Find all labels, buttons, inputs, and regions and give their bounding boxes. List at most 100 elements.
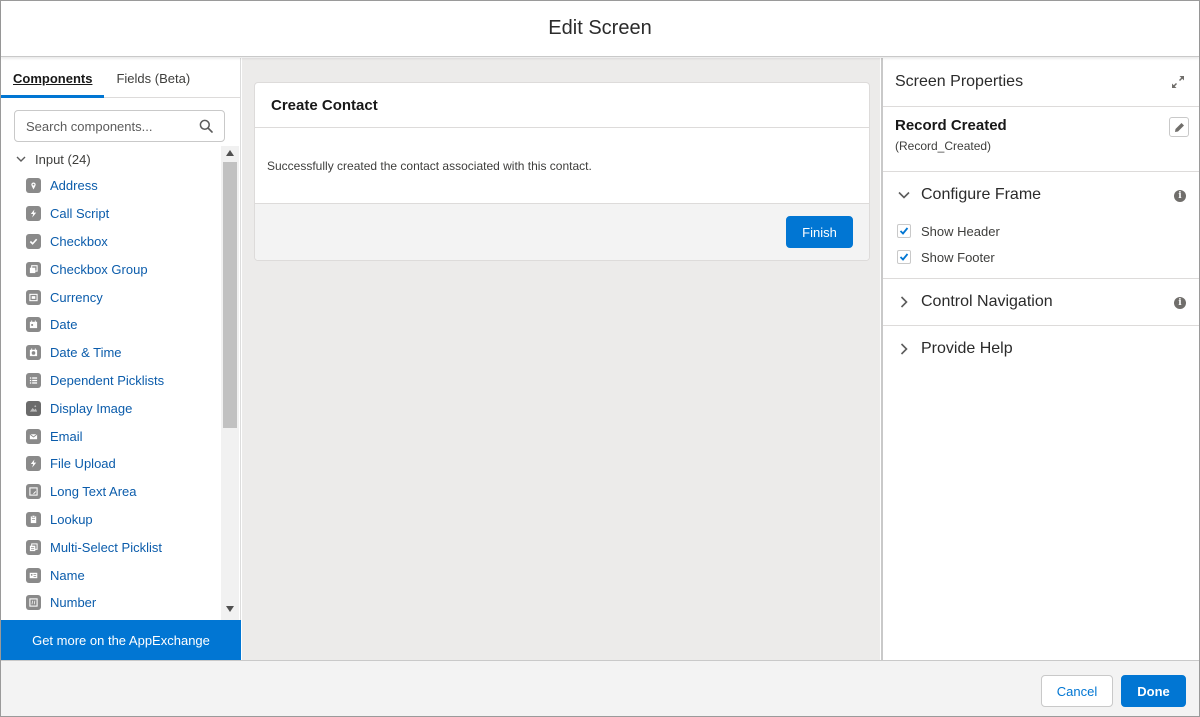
component-number[interactable]: Number [1,589,221,617]
multi-select-icon [26,539,41,555]
component-label: Name [50,567,85,583]
component-checkbox-group[interactable]: Checkbox Group [1,255,221,283]
configure-frame-toggle[interactable]: Configure Frame i [883,172,1199,218]
calendar-time-icon [26,345,41,361]
screen-preview-title: Create Contact [255,83,869,128]
expand-icon[interactable] [1171,75,1185,89]
group-input[interactable]: Input (24) [1,146,221,172]
component-label: Date [50,317,78,333]
pencil-icon [1174,122,1184,132]
info-icon[interactable]: i [1174,297,1186,309]
email-icon [26,428,41,444]
checkbox-group-icon [26,261,41,277]
component-checkbox[interactable]: Checkbox [1,228,221,256]
tab-components[interactable]: Components [0,71,105,98]
screen-preview-card[interactable]: Create Contact Successfully created the … [254,82,870,261]
lookup-icon [26,511,41,527]
component-multi-select-picklist[interactable]: Multi-Select Picklist [1,533,221,561]
component-label: Display Image [50,400,133,416]
component-label: Long Text Area [50,484,137,500]
section-configure-frame: Configure Frame i Show Header Show Foote… [883,172,1199,279]
configure-frame-label: Configure Frame [921,186,1042,203]
search-input[interactable] [26,118,196,134]
scroll-up-arrow-icon[interactable] [226,150,234,156]
checkbox-checked-icon[interactable] [897,250,911,264]
properties-header: Screen Properties [883,58,1199,107]
component-email[interactable]: Email [1,422,221,450]
number-icon [26,595,41,611]
chevron-down-icon [16,156,26,162]
component-display-image[interactable]: Display Image [1,394,221,422]
scrollbar-thumb[interactable] [223,162,237,428]
component-long-text-area[interactable]: Long Text Area [1,478,221,506]
provide-help-toggle[interactable]: Provide Help [883,326,1199,372]
modal-title: Edit Screen [1,1,1199,57]
chevron-down-icon [898,191,910,199]
textarea-icon [26,484,41,500]
component-label: Lookup [50,511,93,527]
group-input-label: Input (24) [35,151,91,167]
component-currency[interactable]: Currency [1,283,221,311]
component-label: Multi-Select Picklist [50,539,162,555]
component-label: Call Script [50,206,110,222]
section-control-navigation: Control Navigation i [883,279,1199,326]
info-icon[interactable]: i [1174,190,1186,202]
show-footer-label: Show Footer [921,249,995,265]
finish-button[interactable]: Finish [786,216,853,248]
currency-icon [26,289,41,305]
show-header-label: Show Header [921,223,1000,239]
component-label: Date & Time [50,345,122,361]
modal-footer: Cancel Done [1,660,1199,716]
record-api-name: (Record_Created) [895,139,992,153]
checkbox-checked-icon[interactable] [897,224,911,238]
record-info: Record Created (Record_Created) [883,107,1199,172]
control-navigation-toggle[interactable]: Control Navigation i [883,279,1199,325]
appexchange-link[interactable]: Get more on the AppExchange [1,620,241,660]
component-file-upload[interactable]: File Upload [1,450,221,478]
component-label: Currency [50,289,103,305]
component-address[interactable]: Address [1,172,221,200]
component-label: File Upload [50,456,116,472]
screen-preview-footer: Finish [255,203,869,260]
properties-title: Screen Properties [895,73,1024,90]
show-footer-checkbox[interactable]: Show Footer [883,244,1199,270]
control-navigation-label: Control Navigation [921,293,1053,310]
component-label: Dependent Picklists [50,372,165,388]
provide-help-label: Provide Help [921,340,1013,357]
map-pin-icon [26,178,41,194]
bolt-icon [26,456,41,472]
component-label: Checkbox Group [50,261,148,277]
component-lookup[interactable]: Lookup [1,506,221,534]
edit-button[interactable] [1169,117,1189,137]
search-components [14,110,225,142]
search-icon[interactable] [199,119,213,133]
tab-fields-beta[interactable]: Fields (Beta) [116,71,190,97]
name-card-icon [26,567,41,583]
component-name[interactable]: Name [1,561,221,589]
cancel-button[interactable]: Cancel [1041,675,1113,707]
chevron-right-icon [900,296,908,308]
component-list: Input (24) Address Call Script Checkbox … [1,146,221,620]
checkbox-icon [26,233,41,249]
scroll-down-arrow-icon[interactable] [226,606,234,612]
component-date[interactable]: Date [1,311,221,339]
component-label: Number [50,595,97,611]
palette-scrollbar[interactable] [221,146,239,620]
properties-panel: Screen Properties Record Created (Record… [881,58,1199,660]
component-dependent-picklists[interactable]: Dependent Picklists [1,367,221,395]
component-date-time[interactable]: Date & Time [1,339,221,367]
component-palette: Components Fields (Beta) Input (24) Addr… [0,58,241,660]
component-label: Checkbox [50,233,108,249]
palette-tabs: Components Fields (Beta) [0,58,240,98]
calendar-icon [26,317,41,333]
chevron-right-icon [900,343,908,355]
show-header-checkbox[interactable]: Show Header [883,218,1199,244]
done-button[interactable]: Done [1121,675,1186,707]
component-call-script[interactable]: Call Script [1,200,221,228]
section-provide-help: Provide Help [883,326,1199,372]
component-label: Address [50,178,98,194]
screen-canvas: Create Contact Successfully created the … [242,58,880,660]
image-icon [26,400,41,416]
screen-preview-message: Successfully created the contact associa… [267,158,592,173]
list-icon [26,372,41,388]
